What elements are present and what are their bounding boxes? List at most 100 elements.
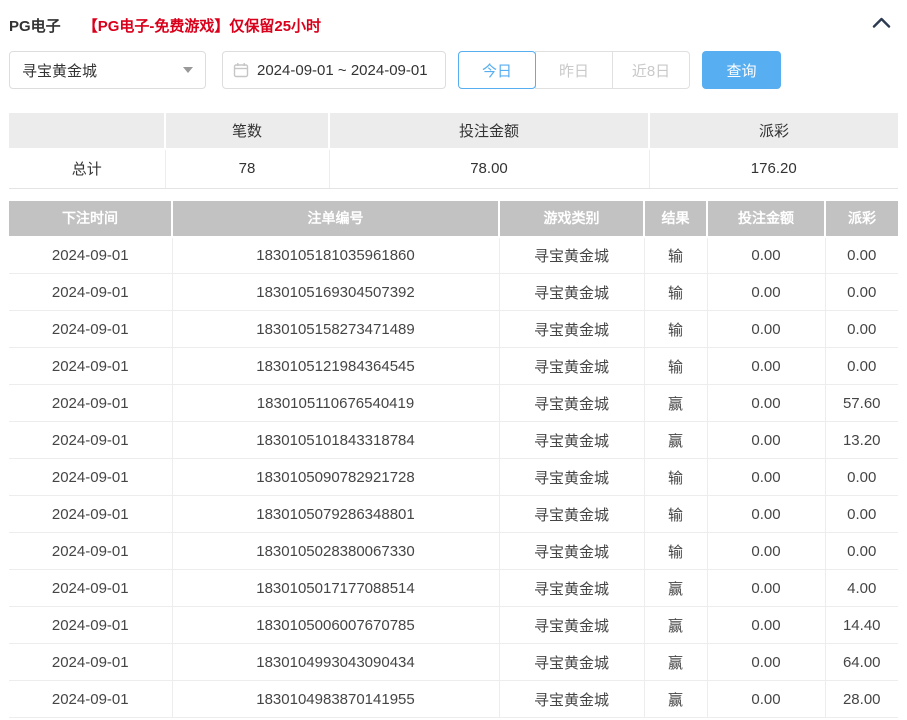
table-row: 2024-09-011830105181035961860寻宝黄金城输0.000…	[9, 237, 898, 274]
order-id-cell: 1830105181035961860	[172, 237, 499, 274]
bet-amount-cell: 0.00	[707, 533, 825, 570]
result-cell: 输	[644, 348, 707, 385]
result-cell: 赢	[644, 644, 707, 681]
bet-amount-cell: 0.00	[707, 496, 825, 533]
table-row: 2024-09-011830105110676540419寻宝黄金城赢0.005…	[9, 385, 898, 422]
payout-cell: 0.00	[825, 274, 898, 311]
chevron-down-icon	[183, 67, 193, 73]
summary-total-row: 总计 78 78.00 176.20	[9, 149, 898, 188]
table-row: 2024-09-011830105090782921728寻宝黄金城输0.000…	[9, 459, 898, 496]
bet-amount-cell: 0.00	[707, 681, 825, 718]
bet-time-cell: 2024-09-01	[9, 385, 172, 422]
game-type-cell: 寻宝黄金城	[499, 681, 644, 718]
game-type-cell: 寻宝黄金城	[499, 496, 644, 533]
bet-time-cell: 2024-09-01	[9, 533, 172, 570]
order-id-cell: 1830105158273471489	[172, 311, 499, 348]
result-cell: 输	[644, 274, 707, 311]
result-cell: 输	[644, 459, 707, 496]
records-table: 下注时间 注单编号 游戏类别 结果 投注金额 派彩 2024-09-011830…	[9, 201, 898, 719]
payout-cell: 14.40	[825, 607, 898, 644]
bet-amount-cell: 0.00	[707, 459, 825, 496]
payout-cell: 0.00	[825, 459, 898, 496]
order-id-cell: 1830105028380067330	[172, 533, 499, 570]
collapse-panel-button[interactable]	[872, 16, 891, 34]
summary-total-payout: 176.20	[649, 149, 898, 188]
table-row: 2024-09-011830104993043090434寻宝黄金城赢0.006…	[9, 644, 898, 681]
summary-header-empty	[9, 113, 165, 149]
quick-range-yesterday-button[interactable]: 昨日	[535, 51, 613, 89]
table-row: 2024-09-011830105006007670785寻宝黄金城赢0.001…	[9, 607, 898, 644]
quick-range-today-button[interactable]: 今日	[458, 51, 536, 89]
search-button[interactable]: 查询	[702, 51, 781, 89]
summary-header-row: 笔数 投注金额 派彩	[9, 113, 898, 149]
result-cell: 赢	[644, 681, 707, 718]
order-id-cell: 1830105006007670785	[172, 607, 499, 644]
payout-cell: 0.00	[825, 533, 898, 570]
game-type-cell: 寻宝黄金城	[499, 311, 644, 348]
game-select[interactable]: 寻宝黄金城	[9, 51, 206, 89]
col-header-order-id: 注单编号	[172, 201, 499, 237]
bet-time-cell: 2024-09-01	[9, 459, 172, 496]
col-header-bet-time: 下注时间	[9, 201, 172, 237]
summary-header-bet-amount: 投注金额	[329, 113, 649, 149]
bet-time-cell: 2024-09-01	[9, 311, 172, 348]
game-type-cell: 寻宝黄金城	[499, 422, 644, 459]
game-type-cell: 寻宝黄金城	[499, 348, 644, 385]
table-row: 2024-09-011830104983870141955寻宝黄金城赢0.002…	[9, 681, 898, 718]
chevron-up-icon	[872, 16, 891, 34]
bet-time-cell: 2024-09-01	[9, 237, 172, 274]
table-row: 2024-09-011830105169304507392寻宝黄金城输0.000…	[9, 274, 898, 311]
bet-time-cell: 2024-09-01	[9, 681, 172, 718]
payout-cell: 28.00	[825, 681, 898, 718]
summary-total-count: 78	[165, 149, 329, 188]
summary-table: 笔数 投注金额 派彩 总计 78 78.00 176.20	[9, 113, 898, 189]
game-select-value: 寻宝黄金城	[22, 60, 97, 81]
date-range-input[interactable]: 2024-09-01 ~ 2024-09-01	[222, 51, 446, 89]
page-title: PG电子	[9, 15, 61, 36]
game-type-cell: 寻宝黄金城	[499, 237, 644, 274]
game-type-cell: 寻宝黄金城	[499, 274, 644, 311]
bet-amount-cell: 0.00	[707, 311, 825, 348]
records-header-row: 下注时间 注单编号 游戏类别 结果 投注金额 派彩	[9, 201, 898, 237]
bet-time-cell: 2024-09-01	[9, 348, 172, 385]
panel-header: PG电子 【PG电子-免费游戏】仅保留25小时	[0, 0, 907, 38]
notice-text: 【PG电子-免费游戏】仅保留25小时	[83, 15, 321, 36]
payout-cell: 64.00	[825, 644, 898, 681]
bet-amount-cell: 0.00	[707, 644, 825, 681]
bet-amount-cell: 0.00	[707, 422, 825, 459]
game-type-cell: 寻宝黄金城	[499, 644, 644, 681]
payout-cell: 4.00	[825, 570, 898, 607]
col-header-payout: 派彩	[825, 201, 898, 237]
order-id-cell: 1830105169304507392	[172, 274, 499, 311]
col-header-bet-amount: 投注金额	[707, 201, 825, 237]
table-row: 2024-09-011830105017177088514寻宝黄金城赢0.004…	[9, 570, 898, 607]
game-type-cell: 寻宝黄金城	[499, 570, 644, 607]
records-tbody: 2024-09-011830105181035961860寻宝黄金城输0.000…	[9, 237, 898, 718]
bet-time-cell: 2024-09-01	[9, 422, 172, 459]
bet-time-cell: 2024-09-01	[9, 496, 172, 533]
table-row: 2024-09-011830105121984364545寻宝黄金城输0.000…	[9, 348, 898, 385]
table-row: 2024-09-011830105158273471489寻宝黄金城输0.000…	[9, 311, 898, 348]
quick-range-last8days-button[interactable]: 近8日	[612, 51, 690, 89]
order-id-cell: 1830105101843318784	[172, 422, 499, 459]
summary-total-bet-amount: 78.00	[329, 149, 649, 188]
pg-records-panel: PG电子 【PG电子-免费游戏】仅保留25小时 寻宝黄金城	[0, 0, 907, 720]
calendar-icon	[233, 62, 249, 78]
bet-amount-cell: 0.00	[707, 237, 825, 274]
result-cell: 赢	[644, 385, 707, 422]
payout-cell: 13.20	[825, 422, 898, 459]
bet-time-cell: 2024-09-01	[9, 607, 172, 644]
payout-cell: 0.00	[825, 496, 898, 533]
summary-total-label: 总计	[9, 149, 165, 188]
result-cell: 输	[644, 237, 707, 274]
col-header-game-type: 游戏类别	[499, 201, 644, 237]
order-id-cell: 1830105121984364545	[172, 348, 499, 385]
order-id-cell: 1830105079286348801	[172, 496, 499, 533]
table-row: 2024-09-011830105101843318784寻宝黄金城赢0.001…	[9, 422, 898, 459]
order-id-cell: 1830105090782921728	[172, 459, 499, 496]
result-cell: 输	[644, 533, 707, 570]
order-id-cell: 1830105017177088514	[172, 570, 499, 607]
table-row: 2024-09-011830105079286348801寻宝黄金城输0.000…	[9, 496, 898, 533]
order-id-cell: 1830104993043090434	[172, 644, 499, 681]
payout-cell: 0.00	[825, 311, 898, 348]
